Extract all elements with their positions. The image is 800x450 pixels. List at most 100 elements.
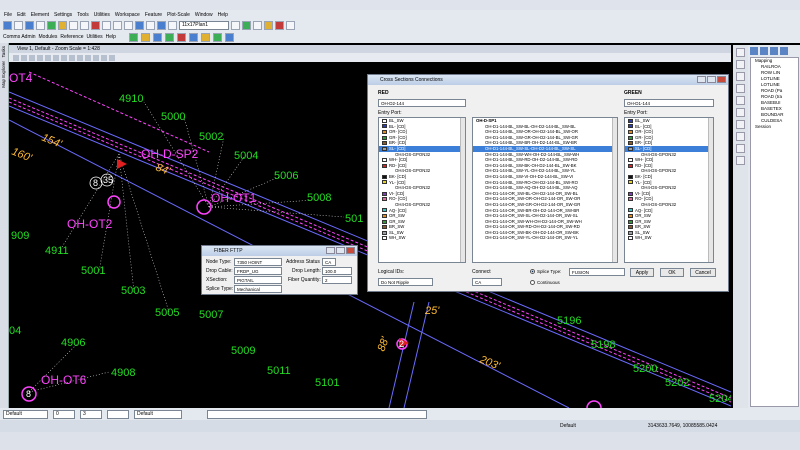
minimize-icon[interactable]	[697, 76, 706, 83]
delete-element-icon[interactable]	[736, 156, 745, 165]
menu-comms-admin[interactable]: Comms Admin	[3, 34, 36, 40]
view-icon[interactable]	[135, 20, 144, 30]
modify-icon[interactable]	[736, 132, 745, 141]
export-icon[interactable]	[224, 32, 234, 42]
open-icon[interactable]	[14, 20, 23, 30]
green-port-list[interactable]: BL_SW BL- [CD] OR- [CD] GR- [CD] BR- [CD] SL-…	[624, 117, 714, 263]
fiber-splice-type-field[interactable]: Mechanical	[234, 285, 282, 293]
connect-select[interactable]: CA	[472, 278, 502, 286]
xsection-field[interactable]: PIGTAIL	[234, 276, 282, 284]
report-icon[interactable]	[200, 32, 210, 42]
menu-workspace[interactable]: Workspace	[115, 12, 140, 18]
map-icon[interactable]	[128, 32, 138, 42]
query-icon[interactable]	[212, 32, 222, 42]
place-line-icon[interactable]	[736, 60, 745, 69]
trace-icon[interactable]	[140, 32, 150, 42]
fiber-minimize-icon[interactable]	[326, 247, 335, 254]
apply-button[interactable]: Apply	[630, 268, 654, 277]
menu-feature[interactable]: Feature	[145, 12, 162, 18]
style-combo[interactable]	[107, 409, 129, 419]
green-scrollbar[interactable]	[708, 118, 713, 262]
level-icon[interactable]	[47, 20, 56, 30]
fit-view-icon[interactable]	[61, 54, 67, 61]
copy-element-icon[interactable]	[736, 120, 745, 129]
logical-ids-select[interactable]: Do Not Ripple	[378, 278, 433, 286]
menu-plot-scale[interactable]: Plot-Scale	[167, 12, 190, 18]
window-area-icon[interactable]	[53, 54, 59, 61]
red-cable-select[interactable]: OH-D2-144	[378, 99, 466, 107]
red-port-list[interactable]: BL_SW BL- [CD] OR- [CD] GR- [CD] BR- [CD] SL-…	[378, 117, 466, 263]
view-next-icon[interactable]	[93, 54, 99, 61]
network-icon[interactable]	[152, 32, 162, 42]
save-icon[interactable]	[25, 20, 34, 30]
place-arc-icon[interactable]	[736, 72, 745, 81]
ok-button[interactable]: OK	[660, 268, 684, 277]
menu-edit[interactable]: Edit	[17, 12, 26, 18]
redo-icon[interactable]	[80, 20, 89, 30]
new-file-icon[interactable]	[3, 20, 12, 30]
view-display-icon[interactable]	[21, 54, 27, 61]
raster-icon[interactable]	[168, 20, 177, 30]
layers-icon[interactable]	[750, 47, 758, 55]
menu-tools[interactable]: Tools	[77, 12, 89, 18]
element-selection-icon[interactable]	[736, 48, 745, 57]
address-status-field[interactable]: CA	[322, 258, 336, 266]
view-attributes-icon[interactable]	[13, 54, 19, 61]
settings-icon[interactable]	[780, 47, 788, 55]
undo-icon[interactable]	[69, 20, 78, 30]
filter-icon[interactable]	[760, 47, 768, 55]
models-icon[interactable]	[146, 20, 155, 30]
menu-element[interactable]: Element	[31, 12, 49, 18]
maximize-icon[interactable]	[707, 76, 716, 83]
move-icon[interactable]	[736, 108, 745, 117]
update-view-icon[interactable]	[29, 54, 35, 61]
prompt-field[interactable]	[207, 409, 427, 419]
connection-list[interactable]: OH-D-SP1 OH-D1-144-BL_SW-BL-OH-D2-144-BL_…	[472, 117, 618, 263]
menu-reference[interactable]: Reference	[60, 34, 83, 40]
fiber-close-icon[interactable]	[346, 247, 355, 254]
tree-node[interactable]: Session	[751, 124, 798, 130]
menu-utilities2[interactable]: Utilities	[87, 34, 103, 40]
connection-scrollbar[interactable]	[612, 118, 617, 262]
splice-icon[interactable]	[164, 32, 174, 42]
refresh-icon[interactable]	[770, 47, 778, 55]
menu-modules[interactable]: Modules	[39, 34, 58, 40]
menu-file[interactable]: File	[4, 12, 12, 18]
cancel-button[interactable]: Cancel	[690, 268, 716, 277]
node-type-field[interactable]: 7350 HOINT	[234, 258, 282, 266]
menu-help[interactable]: Help	[218, 12, 228, 18]
menu-utilities[interactable]: Utilities	[94, 12, 110, 18]
menu-window[interactable]: Window	[195, 12, 213, 18]
port-item[interactable]: WH_SW	[379, 235, 465, 241]
weight-combo[interactable]: 3	[80, 409, 102, 419]
splice-type-select[interactable]: FUSION	[569, 268, 625, 276]
place-shape-icon[interactable]	[736, 84, 745, 93]
red-scrollbar[interactable]	[460, 118, 465, 262]
select-arrow-icon[interactable]	[231, 20, 240, 30]
tab-map-explorer[interactable]: Map Explorer	[1, 61, 6, 88]
place-text-icon[interactable]	[736, 96, 745, 105]
close-icon[interactable]	[717, 76, 726, 83]
splice-type-radio[interactable]: Splice Type:	[530, 269, 561, 275]
connection-item[interactable]: OH-D1-144-OR_SW-YL-OH-D2-144-OR_SW-YL	[473, 235, 617, 241]
level2-combo[interactable]: Default	[134, 409, 182, 419]
attributes-icon[interactable]	[58, 20, 67, 30]
port-item[interactable]: WH_SW	[625, 235, 713, 241]
node-icon[interactable]	[188, 32, 198, 42]
drop-length-field[interactable]: 100.0	[322, 267, 352, 275]
sheet-combo[interactable]: 11x17Plan1	[179, 20, 229, 30]
drop-cable-field[interactable]: FRDP_UG	[234, 267, 282, 275]
menu-settings[interactable]: Settings	[54, 12, 72, 18]
menu-help2[interactable]: Help	[106, 34, 116, 40]
view-previous-icon[interactable]	[85, 54, 91, 61]
delete-icon[interactable]	[275, 20, 284, 30]
paste-icon[interactable]	[124, 20, 133, 30]
green-cable-select[interactable]: OH-D1-144	[624, 99, 714, 107]
reference-icon[interactable]	[157, 20, 166, 30]
zoom-out-icon[interactable]	[45, 54, 51, 61]
tab-tasks[interactable]: Tasks	[1, 46, 6, 58]
color-combo[interactable]: 0	[53, 409, 75, 419]
fiber-quantity-field[interactable]: 2	[322, 276, 352, 284]
cut-icon[interactable]	[102, 20, 111, 30]
info-icon[interactable]	[286, 20, 295, 30]
